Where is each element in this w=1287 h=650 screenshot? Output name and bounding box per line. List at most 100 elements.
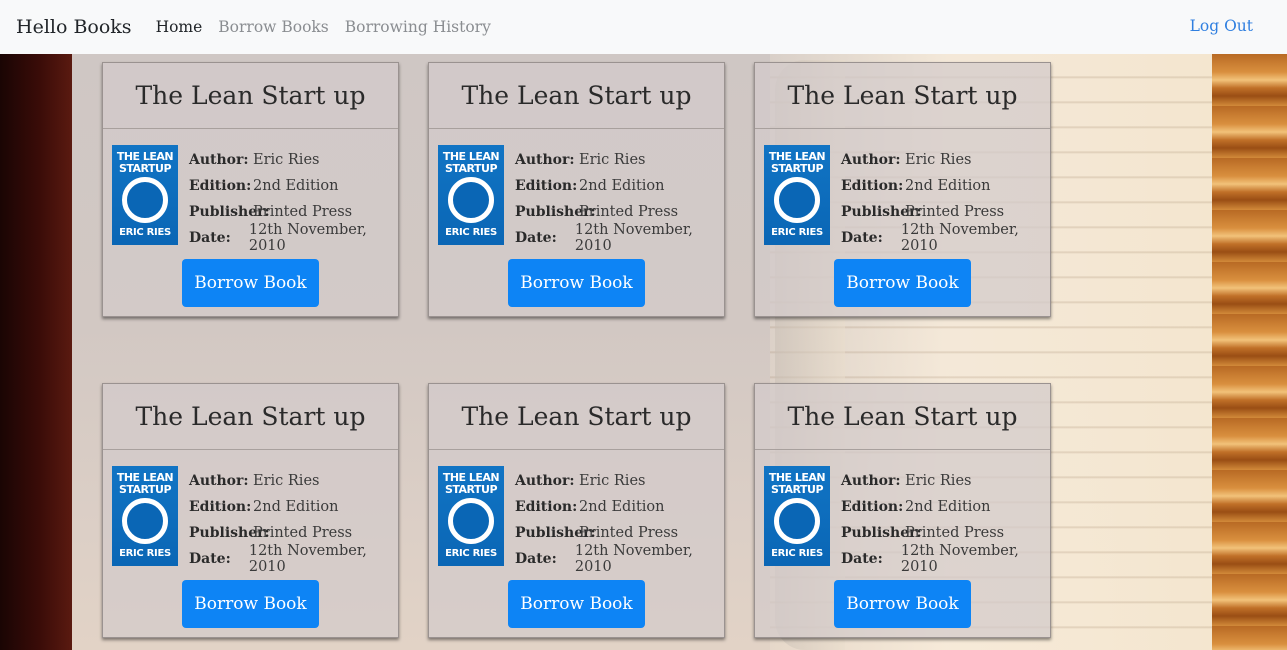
card-body: THE LEAN STARTUP ERIC RIES Author: Eric R…	[429, 129, 724, 317]
edition-row: Edition: 2nd Edition	[515, 173, 724, 199]
logout-link[interactable]: Log Out	[1190, 17, 1253, 35]
date-row: Date: 12th November, 2010	[841, 222, 1050, 254]
nav-home[interactable]: Home	[156, 18, 203, 36]
card-header: The Lean Start up	[103, 384, 398, 450]
publisher-label: Publisher:	[515, 525, 596, 541]
date-row: Date: 12th November, 2010	[189, 222, 398, 254]
borrow-book-button[interactable]: Borrow Book	[508, 259, 645, 307]
book-card: The Lean Start up THE LEAN STARTUP ERIC …	[754, 62, 1051, 317]
background-right-books	[1212, 54, 1287, 650]
borrow-book-button[interactable]: Borrow Book	[834, 580, 971, 628]
author-label: Author:	[841, 473, 901, 489]
edition-row: Edition: 2nd Edition	[189, 494, 398, 520]
edition-value: 2nd Edition	[253, 499, 339, 515]
book-card: The Lean Start up THE LEAN STARTUP ERIC …	[102, 62, 399, 317]
book-cover-image: THE LEAN STARTUP ERIC RIES	[438, 466, 504, 566]
author-label: Author:	[515, 152, 575, 168]
date-label: Date:	[841, 551, 883, 567]
brand-link[interactable]: Hello Books	[16, 16, 132, 38]
edition-label: Edition:	[841, 178, 904, 194]
book-title: The Lean Start up	[461, 402, 692, 431]
author-value: Eric Ries	[253, 473, 320, 489]
author-value: Eric Ries	[905, 152, 972, 168]
edition-value: 2nd Edition	[905, 499, 991, 515]
borrow-book-button[interactable]: Borrow Book	[508, 580, 645, 628]
book-grid: The Lean Start up THE LEAN STARTUP ERIC …	[102, 62, 1051, 638]
cover-circle-graphic	[774, 498, 820, 544]
author-row: Author: Eric Ries	[841, 147, 1050, 173]
author-label: Author:	[189, 473, 249, 489]
card-body: THE LEAN STARTUP ERIC RIES Author: Eric R…	[755, 129, 1050, 317]
book-details: Author: Eric Ries Edition: 2nd Edition Pub…	[841, 147, 1050, 254]
date-value: 12th November, 2010	[574, 222, 693, 254]
cover-title-line2: STARTUP	[444, 483, 498, 496]
card-header: The Lean Start up	[755, 63, 1050, 129]
edition-label: Edition:	[189, 499, 252, 515]
date-label: Date:	[515, 230, 557, 246]
publisher-label: Publisher:	[515, 204, 596, 220]
date-value: 12th November, 2010	[248, 543, 367, 575]
card-body: THE LEAN STARTUP ERIC RIES Author: Eric R…	[429, 450, 724, 638]
author-row: Author: Eric Ries	[841, 468, 1050, 494]
book-card: The Lean Start up THE LEAN STARTUP ERIC …	[428, 383, 725, 638]
book-cover-image: THE LEAN STARTUP ERIC RIES	[764, 145, 830, 245]
date-label: Date:	[515, 551, 557, 567]
date-row: Date: 12th November, 2010	[841, 543, 1050, 575]
edition-row: Edition: 2nd Edition	[515, 494, 724, 520]
book-details: Author: Eric Ries Edition: 2nd Edition Pub…	[841, 468, 1050, 575]
book-details: Author: Eric Ries Edition: 2nd Edition Pub…	[515, 147, 724, 254]
date-label: Date:	[189, 551, 231, 567]
cover-title-line2: STARTUP	[770, 483, 824, 496]
book-cover-image: THE LEAN STARTUP ERIC RIES	[438, 145, 504, 245]
cover-title-line1: THE LEAN	[116, 471, 174, 484]
book-title: The Lean Start up	[461, 81, 692, 110]
cover-author-line: ERIC RIES	[119, 227, 171, 238]
publisher-label: Publisher:	[189, 204, 270, 220]
card-header: The Lean Start up	[755, 384, 1050, 450]
date-value: 12th November, 2010	[900, 222, 1019, 254]
author-value: Eric Ries	[253, 152, 320, 168]
cover-title-line2: STARTUP	[444, 162, 498, 175]
cover-title-line1: THE LEAN	[768, 150, 826, 163]
date-row: Date: 12th November, 2010	[515, 543, 724, 575]
cover-title-line2: STARTUP	[118, 162, 172, 175]
publisher-value: Printed Press	[905, 204, 1005, 220]
book-cover-image: THE LEAN STARTUP ERIC RIES	[112, 466, 178, 566]
edition-row: Edition: 2nd Edition	[841, 494, 1050, 520]
nav-borrow-books[interactable]: Borrow Books	[218, 18, 328, 36]
card-body: THE LEAN STARTUP ERIC RIES Author: Eric R…	[103, 450, 398, 638]
date-row: Date: 12th November, 2010	[515, 222, 724, 254]
date-value: 12th November, 2010	[900, 543, 1019, 575]
book-title: The Lean Start up	[787, 402, 1018, 431]
book-cover-image: THE LEAN STARTUP ERIC RIES	[764, 466, 830, 566]
nav-borrowing-history[interactable]: Borrowing History	[345, 18, 491, 36]
cover-title-line1: THE LEAN	[442, 471, 500, 484]
publisher-value: Printed Press	[253, 204, 353, 220]
publisher-label: Publisher:	[841, 525, 922, 541]
card-header: The Lean Start up	[429, 384, 724, 450]
cover-author-line: ERIC RIES	[771, 548, 823, 559]
borrow-book-button[interactable]: Borrow Book	[182, 259, 319, 307]
cover-circle-graphic	[448, 177, 494, 223]
edition-value: 2nd Edition	[579, 178, 665, 194]
cover-circle-graphic	[774, 177, 820, 223]
book-details: Author: Eric Ries Edition: 2nd Edition Pub…	[189, 147, 398, 254]
cover-circle-graphic	[122, 498, 168, 544]
borrow-book-button[interactable]: Borrow Book	[834, 259, 971, 307]
author-row: Author: Eric Ries	[189, 468, 398, 494]
cover-title-line1: THE LEAN	[768, 471, 826, 484]
author-label: Author:	[515, 473, 575, 489]
borrow-book-button[interactable]: Borrow Book	[182, 580, 319, 628]
card-header: The Lean Start up	[103, 63, 398, 129]
author-value: Eric Ries	[579, 473, 646, 489]
edition-value: 2nd Edition	[579, 499, 665, 515]
author-label: Author:	[189, 152, 249, 168]
edition-row: Edition: 2nd Edition	[841, 173, 1050, 199]
cover-circle-graphic	[448, 498, 494, 544]
publisher-value: Printed Press	[579, 525, 679, 541]
author-row: Author: Eric Ries	[515, 147, 724, 173]
publisher-value: Printed Press	[253, 525, 353, 541]
edition-label: Edition:	[189, 178, 252, 194]
author-value: Eric Ries	[905, 473, 972, 489]
book-details: Author: Eric Ries Edition: 2nd Edition Pub…	[189, 468, 398, 575]
